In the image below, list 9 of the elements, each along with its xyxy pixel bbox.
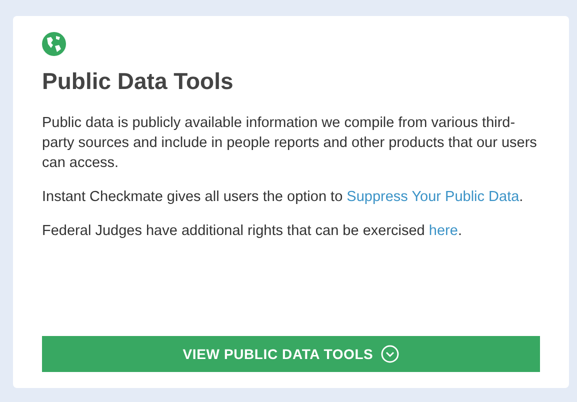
- paragraph: Federal Judges have additional rights that can be exercised here.: [42, 222, 463, 240]
- card-title: Public Data Tools: [42, 67, 234, 96]
- paragraph: Public data is publicly available information we compile from various third-party sources and include in people reports and other products that our users can access.: [42, 114, 538, 172]
- view-tools-button[interactable]: VIEW PUBLIC DATA TOOLS: [42, 336, 540, 372]
- globe-icon: [42, 32, 66, 56]
- chevron-down-circle-icon: [381, 345, 400, 363]
- paragraph: Instant Checkmate gives all users the option to Suppress Your Public Data.: [42, 188, 524, 206]
- link[interactable]: Suppress Your Public Data: [346, 188, 520, 204]
- link[interactable]: here: [428, 222, 458, 238]
